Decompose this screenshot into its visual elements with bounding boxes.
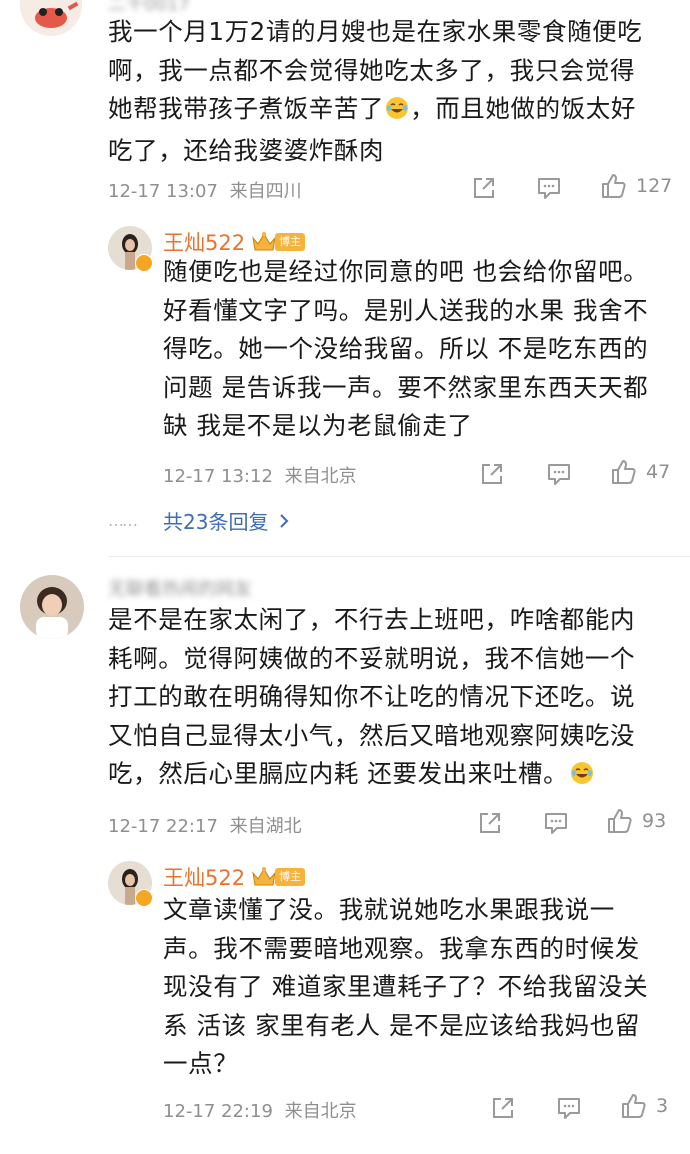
comment-location: 来自四川 xyxy=(229,181,302,202)
reply-line: 问题 是告诉我一声。要不然家里东西天天都 xyxy=(163,372,649,402)
share-icon xyxy=(474,178,494,198)
laugh-cry-emoji xyxy=(385,93,409,132)
reply-location: 来自北京 xyxy=(284,1101,357,1122)
comment-button-2[interactable] xyxy=(545,460,573,492)
blogger-badge: 博主 xyxy=(275,868,306,886)
comment-meta-2: 12-17 22:17 来自湖北 xyxy=(108,812,302,838)
laugh-cry-emoji xyxy=(570,758,594,797)
avatar-commenter-2[interactable] xyxy=(20,575,84,639)
reply-line: 缺 我是不是以为老鼠偷走了 xyxy=(163,411,473,440)
comment-line: 又怕自己显得太小气，然后又暗地观察阿姨吃没 xyxy=(108,720,636,750)
reply-text-1: 随便吃也是经过你同意的吧 也会给你留吧。 好看懂文字了吗。是别人送我的水果 我舍… xyxy=(163,253,673,446)
username-blogger[interactable]: 王灿522 xyxy=(163,862,245,892)
comment-segment: ，而且她做的饭太好 xyxy=(410,94,637,123)
comment-icon xyxy=(545,813,567,834)
like-button-2[interactable]: 47 xyxy=(610,458,670,486)
reply-line: 得吃。她一个没给我留。所以 不是吃东西的 xyxy=(163,334,649,363)
comment-line: 她帮我带孩子煮饭辛苦了 ，而且她做的饭太好 xyxy=(108,90,668,132)
reply-meta-1: 12-17 13:12 来自北京 xyxy=(163,462,357,488)
like-icon xyxy=(622,1094,646,1118)
reply-time: 12-17 22:19 xyxy=(163,1101,273,1122)
more-replies-label: 共23条回复 xyxy=(163,510,269,534)
like-button-3[interactable]: 93 xyxy=(606,807,666,835)
comment-line: 打工的敢在明确得知你不让吃的情况下还吃。说 xyxy=(108,682,636,711)
comment-divider xyxy=(108,556,690,557)
comment-button-4[interactable] xyxy=(555,1094,583,1126)
like-button-1[interactable]: 127 xyxy=(600,172,672,200)
more-replies-link[interactable]: …… 共23条回复 xyxy=(108,506,292,535)
like-count: 47 xyxy=(646,461,671,483)
share-icon xyxy=(480,813,500,833)
reply-text-2: 文章读懂了没。我就说她吃水果跟我说一 声。我不需要暗地观察。我拿东西的时候发 现… xyxy=(163,891,673,1084)
chevron-right-icon xyxy=(280,513,289,528)
reply-line: 好看懂文字了吗。是别人送我的水果 我舍不 xyxy=(163,295,649,325)
comment-line: 吃了，还给我婆婆炸酥肉 xyxy=(108,135,385,165)
crown-icon xyxy=(252,867,276,886)
share-button-3[interactable] xyxy=(476,809,504,841)
comment-button-3[interactable] xyxy=(542,809,570,841)
comment-icon xyxy=(538,178,560,199)
comment-line: 啊，我一点都不会觉得她吃太多了，我只会觉得 xyxy=(108,55,636,85)
like-count: 93 xyxy=(642,810,667,832)
avatar-commenter-1[interactable] xyxy=(20,0,82,36)
comment-meta-1: 12-17 13:07 来自四川 xyxy=(108,177,302,203)
reply-line: 随便吃也是经过你同意的吧 也会给你留吧。 xyxy=(163,257,649,286)
comment-segment: 吃，然后心里膈应内耗 还要发出来吐槽。 xyxy=(108,759,569,788)
reply-line: 声。我不需要暗地观察。我拿东西的时候发 xyxy=(163,933,640,963)
comment-text-1: 我一个月1万2请的月嫂也是在家水果零食随便吃 啊，我一点都不会觉得她吃太多了，我… xyxy=(108,13,668,170)
comment-button-1[interactable] xyxy=(535,174,563,206)
verified-badge-1 xyxy=(135,254,153,272)
reply-line: 文章读懂了没。我就说她吃水果跟我说一 xyxy=(163,895,615,924)
verified-badge-2 xyxy=(135,889,153,907)
comment-line: 是不是在家太闲了，不行去上班吧，咋啥都能内 xyxy=(108,605,636,634)
share-icon xyxy=(493,1098,513,1118)
share-button-2[interactable] xyxy=(478,460,506,492)
share-button-1[interactable] xyxy=(470,174,498,206)
reply-time: 12-17 13:12 xyxy=(163,466,273,487)
reply-location: 来自北京 xyxy=(284,466,357,487)
blogger-badge: 博主 xyxy=(275,233,306,251)
comment-icon xyxy=(558,1098,580,1119)
username-commenter-2[interactable]: 无聊看热闹的网友 xyxy=(108,575,252,601)
crown-icon xyxy=(252,232,276,251)
share-button-4[interactable] xyxy=(489,1094,517,1126)
reply-line: 一点？ xyxy=(163,1049,239,1078)
comment-time: 12-17 13:07 xyxy=(108,181,218,202)
reply-line: 系 活该 家里有老人 是不是应该给我妈也留 xyxy=(163,1010,640,1040)
share-icon xyxy=(482,464,502,484)
like-button-4[interactable]: 3 xyxy=(620,1092,668,1120)
reply-meta-2: 12-17 22:19 来自北京 xyxy=(163,1097,357,1123)
reply-line: 现没有了 难道家里遭耗子了？不给我留没关 xyxy=(163,972,649,1001)
comment-icon xyxy=(548,464,570,485)
more-dots: …… xyxy=(108,511,138,530)
like-icon xyxy=(608,809,632,833)
comment-location: 来自湖北 xyxy=(229,816,302,837)
like-icon xyxy=(612,460,636,484)
like-icon xyxy=(602,174,626,198)
comment-time: 12-17 22:17 xyxy=(108,816,218,837)
comment-segment: 她帮我带孩子煮饭辛苦了 xyxy=(108,94,385,123)
comment-line: 吃，然后心里膈应内耗 还要发出来吐槽。 xyxy=(108,755,668,797)
comment-line: 我一个月1万2请的月嫂也是在家水果零食随便吃 xyxy=(108,17,643,46)
like-count: 3 xyxy=(656,1095,669,1117)
comment-line: 耗啊。觉得阿姨做的不妥就明说，我不信她一个 xyxy=(108,643,636,673)
like-count: 127 xyxy=(636,175,673,197)
reply-header-2: 王灿522 博主 xyxy=(163,862,306,892)
comment-text-2: 是不是在家太闲了，不行去上班吧，咋啥都能内 耗啊。觉得阿姨做的不妥就明说，我不信… xyxy=(108,601,668,797)
